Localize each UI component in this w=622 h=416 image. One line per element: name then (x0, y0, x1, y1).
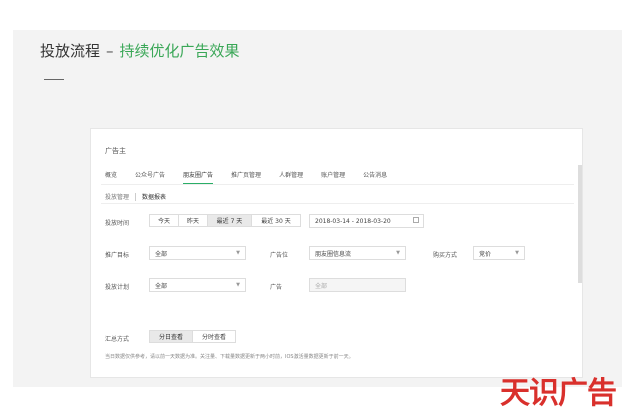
title-dash: – (106, 42, 114, 60)
time-label: 投放时间 (105, 220, 130, 227)
tab-audience[interactable]: 人群管理 (279, 170, 303, 184)
time-last30-button[interactable]: 最近 30 天 (251, 214, 301, 227)
tab-moments-ads[interactable]: 朋友圈广告 (183, 170, 214, 184)
tab-official-account-ads[interactable]: 公众号广告 (135, 170, 165, 184)
brand-logo: 天识广告 (500, 376, 617, 411)
subtab-data-report[interactable]: 数据报表 (142, 192, 166, 201)
ad-value: 全部 (315, 282, 328, 290)
ad-select[interactable]: 全部 (309, 278, 406, 292)
ad-label: 广告 (270, 284, 283, 291)
tab-account[interactable]: 账户管理 (321, 170, 345, 184)
plan-value: 全部 (155, 282, 168, 290)
page-title: 投放流程 (40, 42, 101, 60)
summary-label: 汇总方式 (105, 336, 130, 343)
target-label: 推广目标 (105, 252, 130, 259)
scrollbar[interactable] (578, 165, 582, 283)
data-note: 当日数据仅供参考，请以前一天数据为准。关注量、下载量数据更新于两小时前，IOS激… (105, 354, 354, 360)
chevron-down-icon: ▼ (236, 250, 240, 256)
tab-overview[interactable]: 概览 (105, 170, 117, 184)
subtabs-divider (101, 203, 574, 204)
date-range-value: 2018-03-14 - 2018-03-20 (315, 217, 391, 225)
tab-landing-pages[interactable]: 推广页管理 (231, 170, 261, 184)
plan-select[interactable]: 全部 ▼ (149, 278, 246, 292)
chevron-down-icon: ▼ (515, 250, 519, 256)
plan-label: 投放计划 (105, 284, 130, 291)
main-tabs: 概览 公众号广告 朋友圈广告 推广页管理 人群管理 账户管理 公告消息 (105, 170, 405, 184)
buy-select[interactable]: 竞价 ▼ (473, 246, 525, 260)
ad-dashboard-card: 广告主 概览 公众号广告 朋友圈广告 推广页管理 人群管理 账户管理 公告消息 … (90, 128, 583, 378)
time-yesterday-button[interactable]: 昨天 (178, 214, 208, 227)
buy-value: 竞价 (479, 250, 492, 258)
position-select[interactable]: 朋友圈信息流 ▼ (309, 246, 406, 260)
chevron-down-icon: ▼ (236, 282, 240, 288)
calendar-icon (413, 217, 419, 223)
chevron-down-icon: ▼ (396, 250, 400, 256)
date-range-picker[interactable]: 2018-03-14 - 2018-03-20 (309, 214, 424, 228)
sub-tabs: 投放管理 数据报表 (105, 192, 166, 201)
slide-panel: 投放流程 – 持续优化广告效果 广告主 概览 公众号广告 朋友圈广告 推广页管理 人… (13, 30, 622, 387)
position-label: 广告位 (270, 252, 289, 259)
time-today-button[interactable]: 今天 (149, 214, 179, 227)
summary-daily-button[interactable]: 分日查看 (149, 330, 193, 343)
target-select[interactable]: 全部 ▼ (149, 246, 246, 260)
time-last7-button[interactable]: 最近 7 天 (207, 214, 252, 227)
title-underline (44, 79, 64, 80)
target-value: 全部 (155, 250, 168, 258)
position-value: 朋友圈信息流 (315, 250, 352, 258)
page-heading: 投放流程 – 持续优化广告效果 (40, 40, 240, 61)
tab-announcements[interactable]: 公告消息 (363, 170, 387, 184)
page-subtitle: 持续优化广告效果 (119, 42, 240, 60)
card-title: 广告主 (105, 147, 126, 155)
subtab-separator (135, 192, 137, 201)
tabs-divider (101, 184, 574, 185)
buy-label: 购买方式 (433, 252, 458, 259)
summary-hourly-button[interactable]: 分时查看 (192, 330, 236, 343)
subtab-delivery-management[interactable]: 投放管理 (105, 192, 129, 201)
